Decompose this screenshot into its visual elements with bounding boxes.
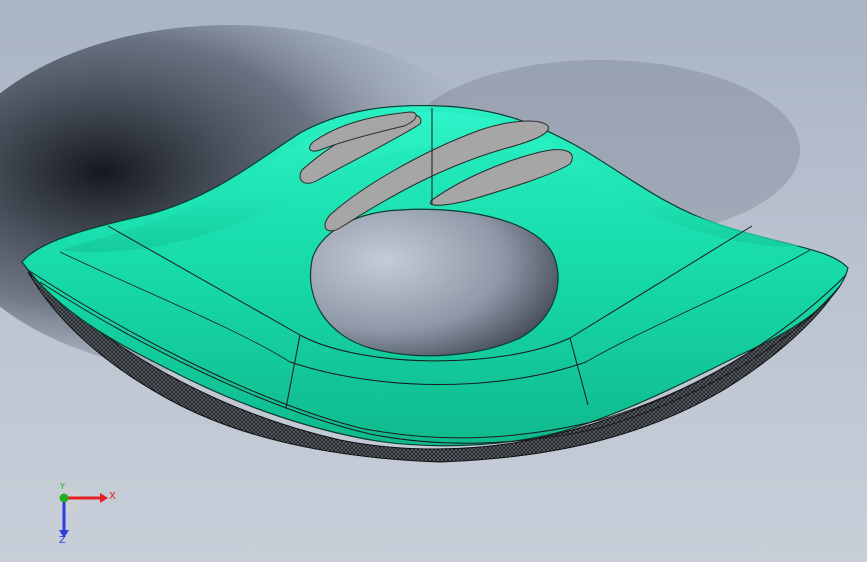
x-axis-arrow bbox=[100, 493, 108, 503]
y-axis-label: Y bbox=[60, 482, 65, 491]
reference-triad: X Y Z bbox=[44, 478, 124, 548]
z-axis-label: Z bbox=[59, 535, 66, 546]
y-axis bbox=[59, 493, 69, 503]
center-hole bbox=[310, 208, 559, 357]
graphics-viewport[interactable]: X Y Z bbox=[0, 0, 867, 562]
model-render[interactable] bbox=[0, 0, 867, 562]
x-axis-label: X bbox=[109, 491, 116, 502]
triad-graphic bbox=[58, 488, 108, 538]
